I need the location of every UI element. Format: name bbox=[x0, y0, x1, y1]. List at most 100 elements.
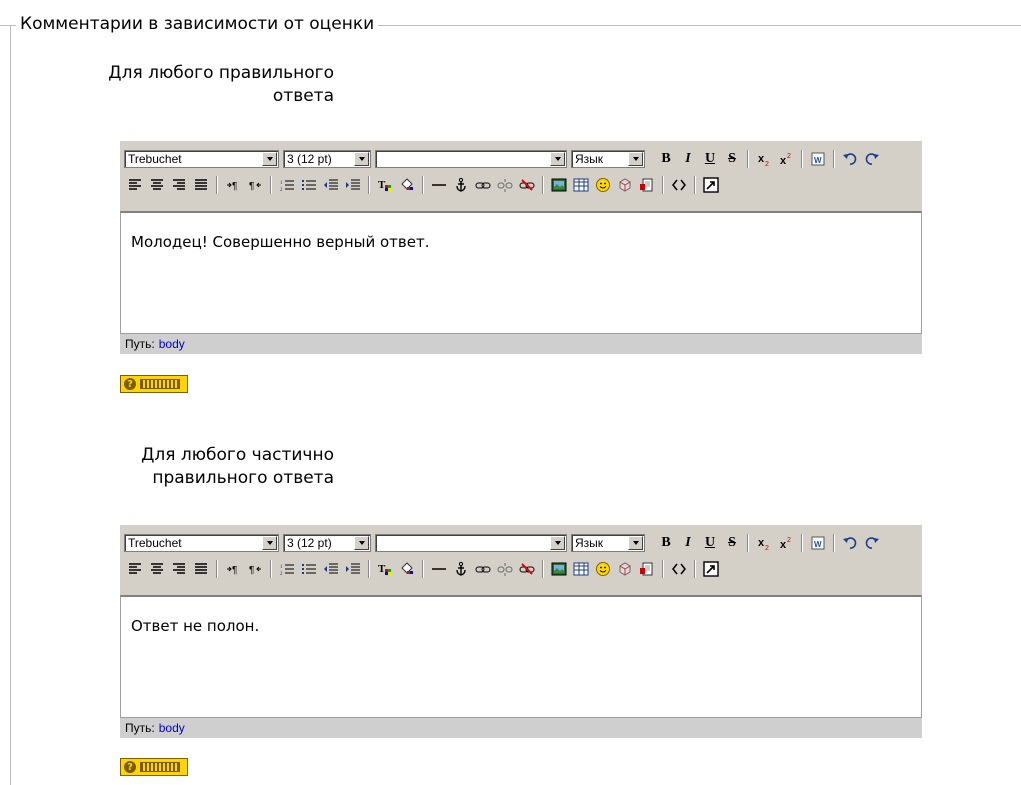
horizontal-rule-button[interactable] bbox=[429, 559, 449, 579]
editor-status-path: Путь: body bbox=[120, 334, 922, 354]
bold-button[interactable]: B bbox=[656, 149, 676, 169]
ordered-list-button[interactable]: 12 bbox=[277, 559, 297, 579]
subscript-icon: x2 bbox=[758, 153, 769, 167]
insert-link-button[interactable] bbox=[473, 175, 493, 195]
unlink-button[interactable] bbox=[517, 175, 537, 195]
align-left-button[interactable] bbox=[125, 175, 145, 195]
strikethrough-button[interactable]: S bbox=[722, 533, 742, 553]
undo-button[interactable] bbox=[840, 533, 860, 553]
bold-button[interactable]: B bbox=[656, 533, 676, 553]
clean-word-button[interactable]: W bbox=[808, 149, 828, 169]
underline-button[interactable]: U bbox=[700, 149, 720, 169]
align-justify-button[interactable] bbox=[191, 175, 211, 195]
italic-button[interactable]: I bbox=[678, 533, 698, 553]
insert-char-button[interactable] bbox=[615, 175, 635, 195]
path-body-link[interactable]: body bbox=[159, 337, 185, 351]
insert-table-button[interactable] bbox=[571, 175, 591, 195]
format-select[interactable] bbox=[375, 534, 567, 552]
editor-content-area[interactable]: Ответ не полон. bbox=[120, 595, 922, 718]
toolbar-separator bbox=[662, 560, 664, 578]
format-select[interactable] bbox=[375, 150, 567, 168]
outdent-button[interactable] bbox=[321, 559, 341, 579]
insert-smiley-button[interactable] bbox=[593, 559, 613, 579]
svg-text:¶: ¶ bbox=[232, 181, 237, 192]
search-replace-button[interactable] bbox=[637, 559, 657, 579]
svg-text:1: 1 bbox=[280, 181, 283, 186]
label-line2: правильного ответа bbox=[152, 468, 334, 488]
underline-button[interactable]: U bbox=[700, 533, 720, 553]
ordered-list-icon: 12 bbox=[280, 564, 294, 577]
superscript-button[interactable]: x2 bbox=[776, 533, 796, 553]
toolbar-separator bbox=[422, 560, 424, 578]
paint-bucket-icon bbox=[401, 562, 413, 574]
align-right-button[interactable] bbox=[169, 175, 189, 195]
chevron-down-icon bbox=[550, 152, 565, 166]
unordered-list-button[interactable] bbox=[299, 559, 319, 579]
undo-icon bbox=[843, 153, 857, 165]
background-color-button[interactable] bbox=[397, 175, 417, 195]
font-family-select[interactable]: Trebuchet bbox=[124, 534, 279, 552]
chevron-down-icon bbox=[354, 152, 369, 166]
find-replace-icon bbox=[640, 562, 653, 576]
ordered-list-button[interactable]: 12 bbox=[277, 175, 297, 195]
redo-button[interactable] bbox=[862, 533, 882, 553]
ltr-icon: ¶ bbox=[227, 565, 237, 576]
language-select[interactable]: Язык bbox=[571, 534, 645, 552]
insert-image-button[interactable] bbox=[549, 175, 569, 195]
editor-content-area[interactable]: Молодец! Совершенно верный ответ. bbox=[120, 211, 922, 334]
code-icon bbox=[672, 563, 686, 575]
html-source-button[interactable] bbox=[669, 175, 689, 195]
font-size-select[interactable]: 3 (12 pt) bbox=[283, 534, 371, 552]
insert-image-button[interactable] bbox=[549, 559, 569, 579]
redo-button[interactable] bbox=[862, 149, 882, 169]
align-left-button[interactable] bbox=[125, 559, 145, 579]
text-color-button[interactable]: T bbox=[375, 175, 395, 195]
outdent-button[interactable] bbox=[321, 175, 341, 195]
subscript-button[interactable]: x2 bbox=[754, 149, 774, 169]
horizontal-rule-button[interactable] bbox=[429, 175, 449, 195]
insert-char-button[interactable] bbox=[615, 559, 635, 579]
html-source-button[interactable] bbox=[669, 559, 689, 579]
undo-button[interactable] bbox=[840, 149, 860, 169]
nolink-button[interactable] bbox=[495, 175, 515, 195]
superscript-button[interactable]: x2 bbox=[776, 149, 796, 169]
insert-table-button[interactable] bbox=[571, 559, 591, 579]
indent-icon bbox=[346, 563, 360, 574]
fullscreen-button[interactable] bbox=[701, 175, 721, 195]
rtl-button[interactable]: ¶ bbox=[245, 175, 265, 195]
unlink-icon bbox=[519, 563, 535, 575]
insert-link-button[interactable] bbox=[473, 559, 493, 579]
clean-word-button[interactable]: W bbox=[808, 533, 828, 553]
ltr-button[interactable]: ¶ bbox=[223, 559, 243, 579]
search-replace-button[interactable] bbox=[637, 175, 657, 195]
keyboard-icon bbox=[140, 762, 180, 772]
help-button[interactable]: ? bbox=[120, 758, 188, 776]
rtl-button[interactable]: ¶ bbox=[245, 559, 265, 579]
insert-smiley-button[interactable] bbox=[593, 175, 613, 195]
ltr-button[interactable]: ¶ bbox=[223, 175, 243, 195]
indent-button[interactable] bbox=[343, 175, 363, 195]
italic-button[interactable]: I bbox=[678, 149, 698, 169]
font-family-select[interactable]: Trebuchet bbox=[124, 150, 279, 168]
align-center-button[interactable] bbox=[147, 559, 167, 579]
background-color-button[interactable] bbox=[397, 559, 417, 579]
anchor-button[interactable] bbox=[451, 559, 471, 579]
nolink-button[interactable] bbox=[495, 559, 515, 579]
help-button[interactable]: ? bbox=[120, 375, 188, 393]
subscript-button[interactable]: x2 bbox=[754, 533, 774, 553]
indent-button[interactable] bbox=[343, 559, 363, 579]
text-color-button[interactable]: T bbox=[375, 559, 395, 579]
paint-bucket-icon bbox=[401, 178, 413, 190]
path-body-link[interactable]: body bbox=[159, 721, 185, 735]
strikethrough-button[interactable]: S bbox=[722, 149, 742, 169]
language-select[interactable]: Язык bbox=[571, 150, 645, 168]
unlink-button[interactable] bbox=[517, 559, 537, 579]
fullscreen-button[interactable] bbox=[701, 559, 721, 579]
unordered-list-button[interactable] bbox=[299, 175, 319, 195]
anchor-button[interactable] bbox=[451, 175, 471, 195]
align-center-button[interactable] bbox=[147, 175, 167, 195]
align-right-button[interactable] bbox=[169, 559, 189, 579]
box-icon bbox=[619, 178, 631, 192]
align-justify-button[interactable] bbox=[191, 559, 211, 579]
font-size-select[interactable]: 3 (12 pt) bbox=[283, 150, 371, 168]
